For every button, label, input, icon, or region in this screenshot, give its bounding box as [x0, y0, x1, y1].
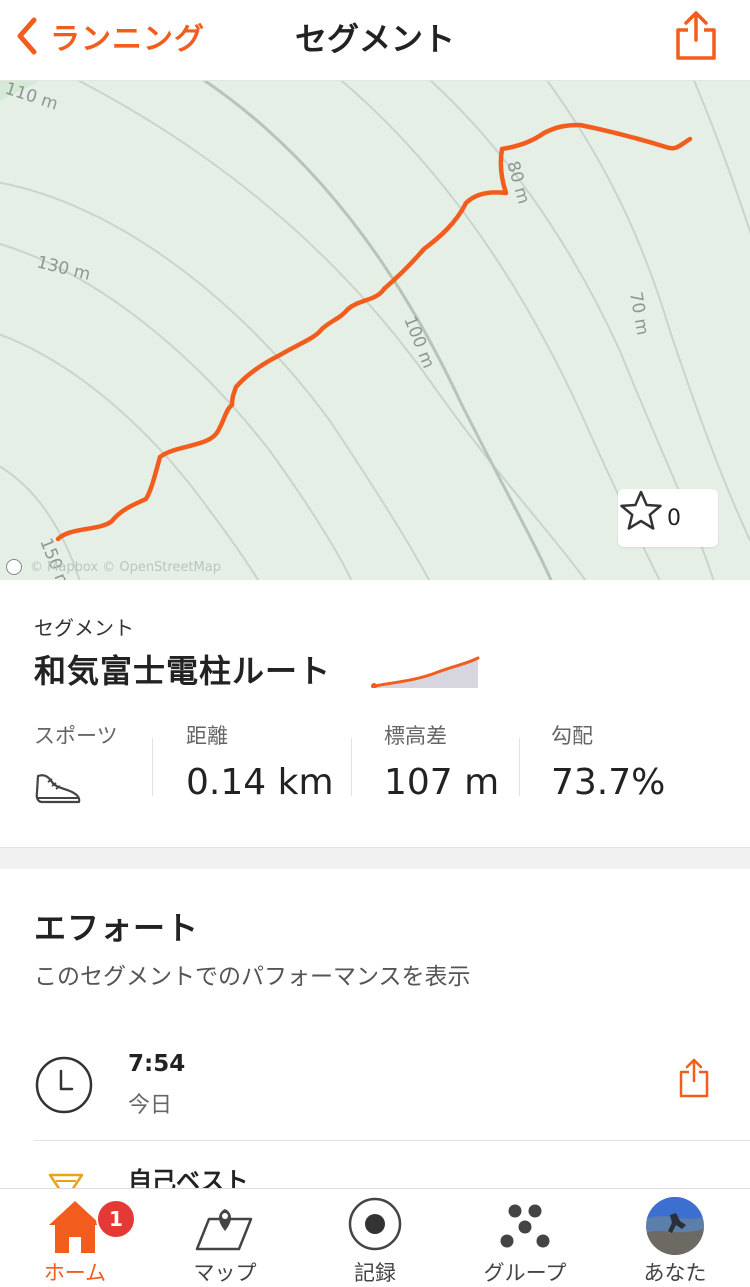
tab-home[interactable]: 1 ホーム: [0, 1189, 150, 1287]
segment-map[interactable]: 110 m 130 m 80 m 100 m 70 m 150 m © Mapb…: [0, 81, 750, 580]
running-shoe-icon: [35, 774, 81, 804]
effort-date: 今日: [128, 1093, 173, 1118]
tab-groups[interactable]: グループ: [450, 1189, 600, 1287]
star-icon: [620, 490, 662, 530]
contour-label: 130 m: [35, 252, 93, 285]
map-icon: [195, 1209, 253, 1251]
mapbox-logo-icon: [6, 559, 22, 575]
star-count: 0: [667, 505, 681, 531]
tab-label: マップ: [193, 1261, 257, 1285]
contour-label: 80 m: [502, 159, 533, 206]
efforts-title: エフォート: [34, 909, 200, 947]
stat-label: 標高差: [384, 724, 447, 748]
tab-label: ホーム: [43, 1261, 107, 1285]
effort-row[interactable]: 7:54 今日: [34, 1049, 750, 1141]
trophy-icon: [48, 1173, 84, 1189]
stat-sport: スポーツ: [34, 720, 118, 812]
map-attribution[interactable]: © Mapbox © OpenStreetMap: [6, 559, 221, 575]
elevation-profile-thumbnail: [371, 656, 480, 688]
home-icon: [49, 1201, 101, 1253]
stat-distance: 距離 0.14 km: [186, 720, 334, 803]
stat-divider: [351, 738, 352, 796]
route-line: [55, 122, 693, 542]
stat-elevation: 標高差 107 m: [384, 720, 499, 803]
personal-best-label: 自己ベスト: [128, 1167, 249, 1189]
groups-icon: [500, 1204, 550, 1248]
tab-record[interactable]: 記録: [300, 1189, 450, 1287]
page-title: セグメント: [294, 20, 455, 58]
stat-divider: [519, 738, 520, 796]
stat-value: 73.7%: [551, 762, 666, 803]
tab-label: グループ: [483, 1261, 567, 1285]
tab-you[interactable]: あなた: [600, 1189, 750, 1287]
row-divider: [34, 1140, 750, 1141]
stat-value: 107 m: [384, 762, 500, 803]
stat-value: 0.14 km: [186, 762, 334, 803]
segment-info: セグメント 和気富士電柱ルート スポーツ 距離 0.14 km 標高差 107 …: [0, 580, 750, 847]
personal-best-row[interactable]: 自己ベスト: [34, 1161, 750, 1189]
share-icon[interactable]: [678, 1057, 710, 1099]
stat-label: 距離: [186, 724, 228, 748]
segment-stats: スポーツ 距離 0.14 km 標高差 107 m 勾配 73.7%: [0, 720, 750, 820]
record-icon: [348, 1197, 402, 1251]
nav-bar: ランニング セグメント: [0, 0, 750, 81]
section-gap: [0, 847, 750, 870]
contour-label: 110 m: [2, 81, 60, 115]
star-button[interactable]: 0: [618, 489, 718, 547]
stat-grade: 勾配 73.7%: [551, 720, 665, 803]
tab-bar: 1 ホーム マップ 記録 グループ あなた: [0, 1188, 750, 1287]
notification-badge: 1: [96, 1199, 136, 1239]
stat-divider: [152, 738, 153, 796]
segment-kicker: セグメント: [34, 616, 134, 640]
contour-label: 70 m: [625, 290, 652, 336]
tab-map[interactable]: マップ: [150, 1189, 300, 1287]
avatar: [646, 1197, 704, 1255]
segment-name: 和気富士電柱ルート: [34, 652, 332, 690]
effort-time: 7:54: [128, 1051, 186, 1077]
tab-label: 記録: [354, 1261, 396, 1285]
stat-label: スポーツ: [34, 724, 118, 748]
contour-label: 100 m: [399, 313, 438, 371]
efforts-subtitle: このセグメントでのパフォーマンスを表示: [34, 964, 471, 990]
share-icon[interactable]: [672, 10, 720, 62]
clock-icon: [35, 1056, 93, 1114]
tab-label: あなた: [643, 1261, 707, 1285]
stat-label: 勾配: [551, 724, 593, 748]
efforts-section: エフォート このセグメントでのパフォーマンスを表示 7:54 今日 自己ベスト: [0, 869, 750, 1189]
